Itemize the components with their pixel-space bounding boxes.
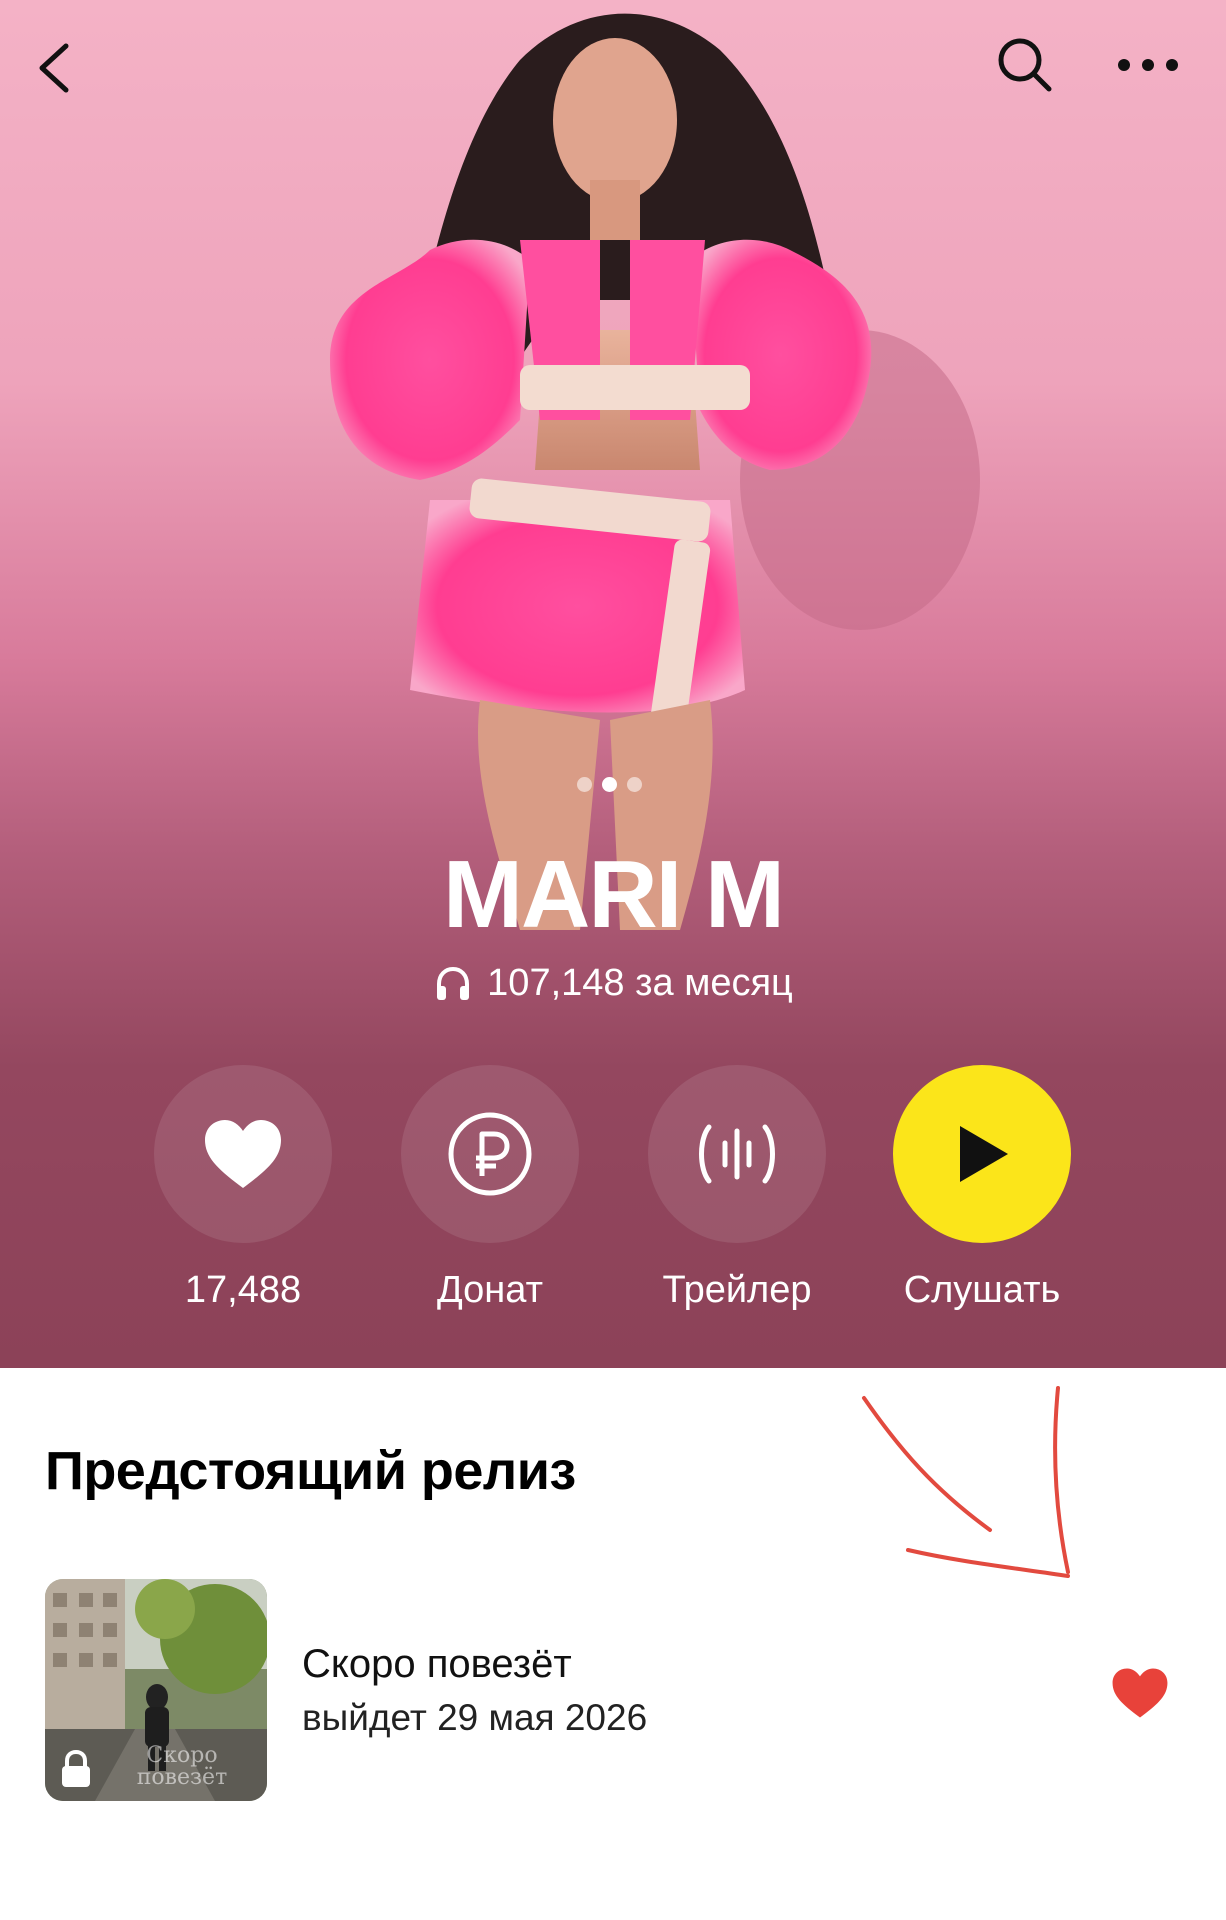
donate-label: Донат [437,1269,543,1311]
upcoming-release-heading: Предстоящий релиз [45,1441,576,1501]
like-count: 17,488 [184,1269,302,1311]
release-date: выйдет 29 мая 2026 [302,1696,648,1738]
release-info: Скоро повезёт выйдет 29 мая 2026 [302,1642,647,1739]
heart-icon [1112,1668,1168,1718]
trailer-action: Трейлер [612,1065,862,1312]
listen-action: Слушать [857,1065,1107,1312]
gallery-page-indicator [577,777,642,792]
search-icon [998,38,1052,92]
trailer-label: Трейлер [662,1269,812,1311]
donate-action: Донат [365,1065,615,1312]
like-button[interactable] [154,1065,332,1243]
annotation-arrow [862,1386,1070,1578]
page-dot-active [602,777,617,792]
page-dot [627,777,642,792]
listen-label: Слушать [903,1269,1061,1311]
artist-actions: 17,488 Донат Трейлер Слушать [0,1065,1226,1325]
release-like-button[interactable] [1105,1658,1175,1728]
monthly-listeners-text: 107,148 за месяц [487,962,793,1004]
release-cover: Скоро повезёт [45,1579,267,1801]
page-dot [577,777,592,792]
play-button[interactable] [893,1065,1071,1243]
play-icon [960,1126,1008,1182]
release-title: Скоро повезёт [302,1641,572,1686]
search-button[interactable] [985,25,1065,105]
trailer-button[interactable] [648,1065,826,1243]
chevron-left-icon [39,43,69,93]
heart-icon [205,1120,281,1188]
ruble-icon [448,1112,532,1196]
more-button[interactable] [1108,25,1188,105]
upcoming-release-item[interactable]: Скоро повезёт Скоро повезёт выйдет 29 ма… [45,1578,1185,1802]
headphones-icon [437,966,470,1000]
artist-name: MARI M [443,841,785,948]
more-horizontal-icon [1118,59,1178,71]
like-action: 17,488 [118,1065,368,1312]
monthly-listeners: 107,148 за месяц [0,962,1226,1005]
cover-text: Скоро повезёт [136,1743,228,1790]
lock-icon [62,1749,90,1787]
donate-button[interactable] [401,1065,579,1243]
artist-hero: MARI M 107,148 за месяц 17,488 Донат Тре… [0,0,1226,1368]
back-button[interactable] [15,28,95,108]
waveform-icon [699,1124,775,1184]
